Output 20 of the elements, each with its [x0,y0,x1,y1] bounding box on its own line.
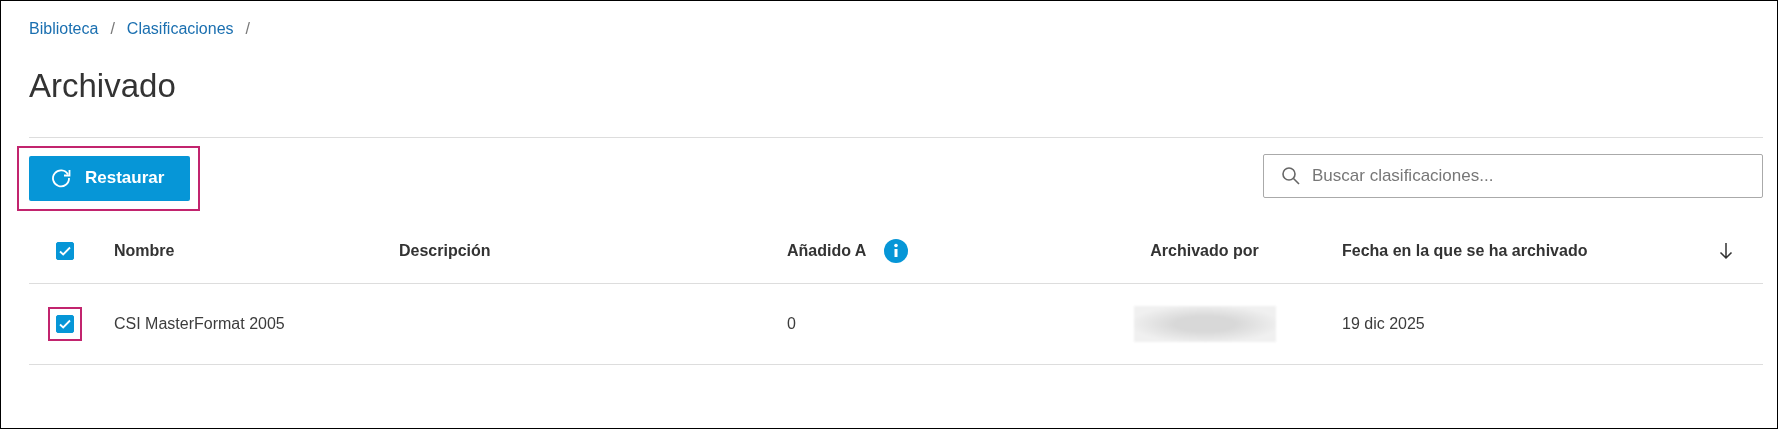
table-cell-text: 19 dic 2025 [1341,315,1426,333]
table-cell-text: 0 [786,315,797,333]
table-cell-text: CSI MasterFormat 2005 [113,315,286,333]
column-header[interactable]: Fecha en la que se ha archivado [1342,241,1588,260]
breadcrumb-link[interactable]: Biblioteca [29,20,99,38]
breadcrumb-separator: / [110,20,115,38]
search-field[interactable]: Buscar clasificaciones... [1263,154,1763,198]
info-icon [884,238,909,263]
search-icon [1281,166,1301,186]
breadcrumb-link[interactable]: Clasificaciones [126,20,234,38]
column-header[interactable]: Archivado por [1150,241,1259,260]
checkbox[interactable] [56,241,74,260]
sort-arrow-icon [1719,241,1733,260]
column-header[interactable]: Descripción [399,241,491,260]
checkbox[interactable] [56,315,74,333]
column-header[interactable]: Nombre [114,241,175,260]
refresh-icon [49,166,73,190]
breadcrumb-separator: / [245,20,250,38]
column-header[interactable]: Añadido A [787,241,867,260]
page-title: Archivado [29,56,1763,138]
